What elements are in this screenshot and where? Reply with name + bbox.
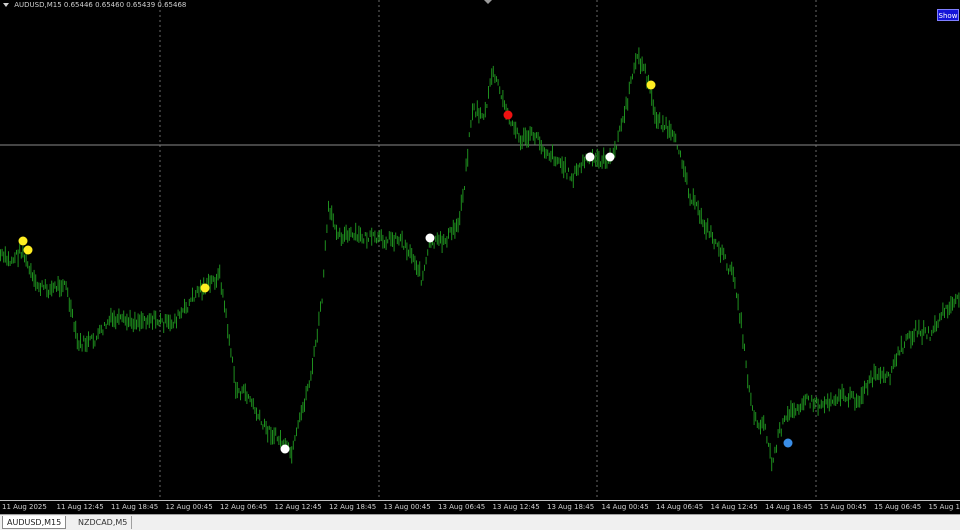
time-label: 14 Aug 18:45 — [765, 503, 813, 511]
signal-red-dot — [503, 110, 513, 120]
symbol-info: AUDUSD,M15 0.65446 0.65460 0.65439 0.654… — [3, 1, 186, 9]
time-label: 12 Aug 06:45 — [220, 503, 268, 511]
show-button[interactable]: Show — [937, 9, 959, 21]
signal-blue-dot — [783, 438, 793, 448]
signal-yellow-dot — [18, 236, 28, 246]
time-label: 11 Aug 2025 — [2, 503, 47, 511]
price-bars — [0, 47, 960, 472]
price-chart[interactable]: AUDUSD,M15 0.65446 0.65460 0.65439 0.654… — [0, 0, 960, 500]
time-label: 14 Aug 00:45 — [601, 503, 649, 511]
chart-tab-bar: AUDUSD,M15 NZDCAD,M5 — [0, 514, 960, 530]
quote-values: 0.65446 0.65460 0.65439 0.65468 — [63, 1, 187, 9]
time-label: 11 Aug 18:45 — [111, 503, 159, 511]
time-label: 11 Aug 12:45 — [56, 503, 104, 511]
time-label: 13 Aug 18:45 — [547, 503, 595, 511]
tab-nzdcad-m5[interactable]: NZDCAD,M5 — [74, 516, 133, 529]
time-label: 13 Aug 12:45 — [492, 503, 540, 511]
signal-yellow-dot — [646, 80, 656, 90]
time-label: 12 Aug 12:45 — [274, 503, 322, 511]
signal-yellow-dot — [200, 283, 210, 293]
time-label: 15 Aug 06:45 — [874, 503, 922, 511]
time-label: 14 Aug 12:45 — [710, 503, 758, 511]
time-label: 12 Aug 00:45 — [165, 503, 213, 511]
price-chart-canvas[interactable] — [0, 0, 960, 500]
signal-white-dot — [585, 152, 595, 162]
time-label: 14 Aug 06:45 — [656, 503, 704, 511]
signal-yellow-dot — [23, 245, 33, 255]
symbol-name: AUDUSD,M15 — [14, 1, 62, 9]
scroll-marker-icon — [484, 0, 492, 4]
collapse-arrow-icon[interactable] — [3, 3, 9, 7]
tab-audusd-m15[interactable]: AUDUSD,M15 — [2, 516, 67, 529]
grid-lines — [159, 0, 817, 500]
signal-white-dot — [605, 152, 615, 162]
time-label: 12 Aug 18:45 — [329, 503, 377, 511]
signal-white-dot — [280, 444, 290, 454]
time-label: 13 Aug 06:45 — [438, 503, 486, 511]
time-axis: 11 Aug 2025 11 Aug 12:45 11 Aug 18:45 12 Au… — [0, 500, 960, 514]
time-label: 13 Aug 00:45 — [383, 503, 431, 511]
signal-white-dot — [425, 233, 435, 243]
time-label: 15 Aug 00:45 — [819, 503, 867, 511]
time-label: 15 Aug 1 — [928, 503, 960, 511]
signal-dots — [18, 80, 793, 454]
